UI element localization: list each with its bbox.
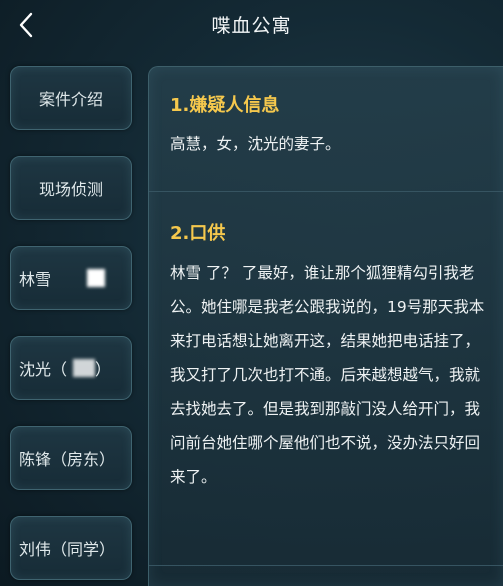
sidebar-item-label: 林雪 <box>19 270 52 289</box>
page-title: 喋血公寓 <box>211 15 292 37</box>
suspect-info-section: 1.嫌疑人信息 高慧，女，沈光的妻子。 <box>149 67 503 192</box>
sidebar-item-case-intro[interactable]: 案件介绍 <box>10 66 132 130</box>
section-body: 高慧，女，沈光的妻子。 <box>170 135 341 153</box>
sidebar-item-label: 陈锋（房东） <box>19 450 116 469</box>
sidebar-item-label: 现场侦测 <box>38 180 103 199</box>
section-body: 林雪 了？ 了最好，谁让那个狐狸精勾引我老公。她住哪是我老公跟我说的，19号那天… <box>170 264 485 486</box>
sidebar-item-liuwei[interactable]: 刘伟（同学） <box>10 516 132 580</box>
sidebar-item-scene-investigation[interactable]: 现场侦测 <box>10 156 132 220</box>
sidebar-item-label: 案件介绍 <box>38 90 103 109</box>
redacted-mark <box>87 269 106 287</box>
case-detail-panel: 1.嫌疑人信息 高慧，女，沈光的妻子。 2.口供 林雪 了？ 了最好，谁让那个狐… <box>148 66 503 586</box>
section-heading: 1.嫌疑人信息 <box>170 95 280 116</box>
sidebar-item-label: 刘伟（同学） <box>19 540 116 559</box>
sidebar-item-chenfeng[interactable]: 陈锋（房东） <box>10 426 132 490</box>
section-heading: 2.口供 <box>170 223 226 244</box>
sidebar-item-linxue[interactable]: 林雪 <box>10 246 132 310</box>
divider <box>149 565 503 566</box>
sidebar-item-label: 沈光（ <box>19 360 68 379</box>
sidebar-item-label-suffix: ） <box>95 360 112 379</box>
sidebar-item-shenguang[interactable]: 沈光（ ） <box>10 336 132 400</box>
redacted-mark <box>73 359 96 377</box>
header-bar: 喋血公寓 <box>0 0 503 52</box>
